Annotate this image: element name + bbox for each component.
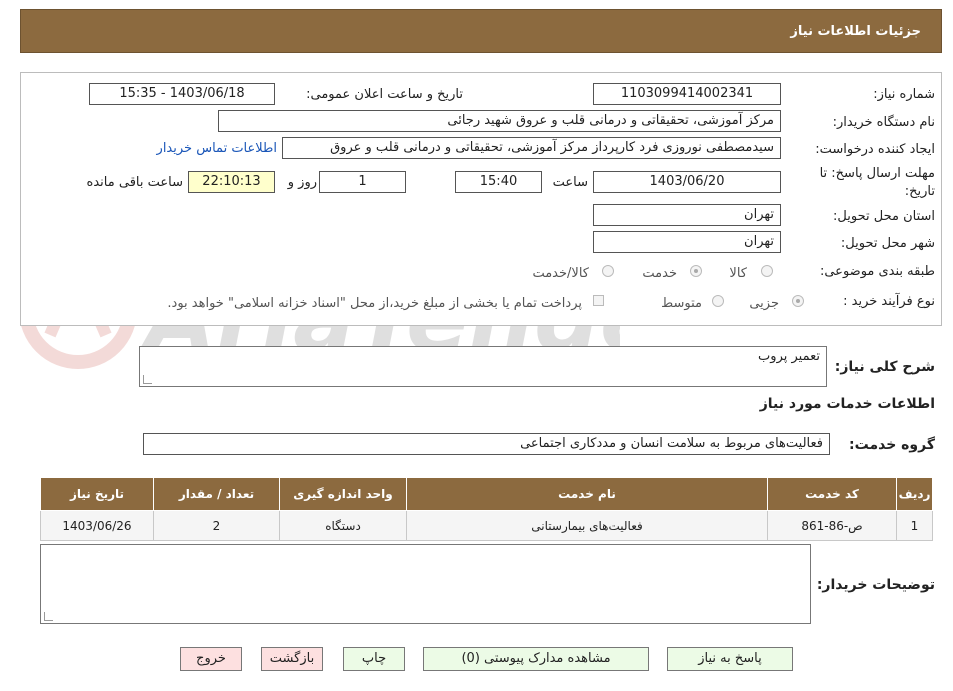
services-section-title: اطلاعات خدمات مورد نیاز [759, 396, 935, 412]
requester-field: سیدمصطفی نوروزی فرد کارپرداز مرکز آموزشی… [282, 137, 781, 159]
cell-row-no: 1 [896, 510, 933, 541]
services-table: ردیف کد خدمت نام خدمت واحد اندازه گیری ت… [40, 477, 933, 541]
announce-label: تاریخ و ساعت اعلان عمومی: [306, 87, 463, 102]
back-button[interactable]: بازگشت [261, 647, 323, 671]
summary-label: شرح کلی نیاز: [834, 359, 935, 375]
days-label: روز و [287, 175, 317, 190]
service-group-label: گروه خدمت: [849, 437, 935, 453]
province-label: استان محل تحویل: [833, 209, 935, 224]
resize-handle-icon[interactable] [143, 375, 152, 384]
process-radio-medium[interactable] [712, 295, 724, 307]
remaining-time-field: 22:10:13 [188, 171, 275, 193]
process-option-minor: جزیی [749, 296, 779, 311]
col-header-quantity: تعداد / مقدار [153, 477, 280, 511]
contact-info-link[interactable]: اطلاعات تماس خریدار [157, 141, 277, 156]
deadline-label-date: تاریخ: [904, 184, 935, 199]
treasury-checkbox[interactable] [593, 295, 604, 306]
attachments-button[interactable]: مشاهده مدارک پیوستی (0) [423, 647, 649, 671]
col-header-need-date: تاریخ نیاز [40, 477, 154, 511]
city-label: شهر محل تحویل: [840, 236, 935, 251]
deadline-label: مهلت ارسال پاسخ: تا [819, 166, 935, 181]
city-field: تهران [593, 231, 781, 253]
summary-text: تعمیر پروب [758, 349, 820, 364]
process-radio-minor[interactable] [792, 295, 804, 307]
days-field: 1 [319, 171, 406, 193]
deadline-date-field: 1403/06/20 [593, 171, 781, 193]
buyer-notes-label: توضیحات خریدار: [816, 577, 935, 593]
buyer-org-label: نام دستگاه خریدار: [832, 115, 935, 130]
exit-button[interactable]: خروج [180, 647, 242, 671]
cell-service-code: ص-86-861 [767, 510, 897, 541]
time-label: ساعت [552, 175, 588, 190]
summary-textarea[interactable]: تعمیر پروب [139, 346, 827, 387]
col-header-row-no: ردیف [896, 477, 933, 511]
table-header-row: ردیف کد خدمت نام خدمت واحد اندازه گیری ت… [40, 477, 933, 511]
cell-quantity: 2 [153, 510, 280, 541]
table-row: 1 ص-86-861 فعالیت‌های بیمارستانی دستگاه … [40, 510, 933, 541]
buyer-org-field: مرکز آموزشی، تحقیقاتی و درمانی قلب و عرو… [218, 110, 781, 132]
deadline-time-field: 15:40 [455, 171, 542, 193]
buyer-notes-textarea[interactable] [40, 544, 811, 624]
treasury-note: پرداخت تمام یا بخشی از مبلغ خرید،از محل … [167, 296, 582, 311]
category-radio-goods[interactable] [761, 265, 773, 277]
category-radio-goods-service[interactable] [602, 265, 614, 277]
category-option-goods-service: کالا/خدمت [532, 266, 589, 281]
need-number-label: شماره نیاز: [873, 87, 935, 102]
page-title: جزئیات اطلاعات نیاز [790, 24, 921, 39]
col-header-service-name: نام خدمت [406, 477, 768, 511]
print-button[interactable]: چاپ [343, 647, 405, 671]
process-option-medium: متوسط [661, 296, 702, 311]
page-header: جزئیات اطلاعات نیاز [20, 9, 942, 53]
category-option-service: خدمت [642, 266, 677, 281]
province-field: تهران [593, 204, 781, 226]
cell-unit: دستگاه [279, 510, 407, 541]
col-header-unit: واحد اندازه گیری [279, 477, 407, 511]
resize-handle-icon[interactable] [44, 612, 53, 621]
cell-service-name: فعالیت‌های بیمارستانی [406, 510, 768, 541]
remaining-label: ساعت باقی مانده [86, 175, 183, 190]
service-group-field: فعالیت‌های مربوط به سلامت انسان و مددکار… [143, 433, 830, 455]
category-option-goods: کالا [729, 266, 747, 281]
category-radio-service[interactable] [690, 265, 702, 277]
col-header-service-code: کد خدمت [767, 477, 897, 511]
cell-need-date: 1403/06/26 [40, 510, 154, 541]
requester-label: ایجاد کننده درخواست: [815, 142, 935, 157]
reply-button[interactable]: پاسخ به نیاز [667, 647, 793, 671]
need-number-field: 1103099414002341 [593, 83, 781, 105]
category-label: طبقه بندی موضوعی: [819, 264, 935, 279]
process-label: نوع فرآیند خرید : [843, 294, 935, 309]
announce-field: 1403/06/18 - 15:35 [89, 83, 275, 105]
